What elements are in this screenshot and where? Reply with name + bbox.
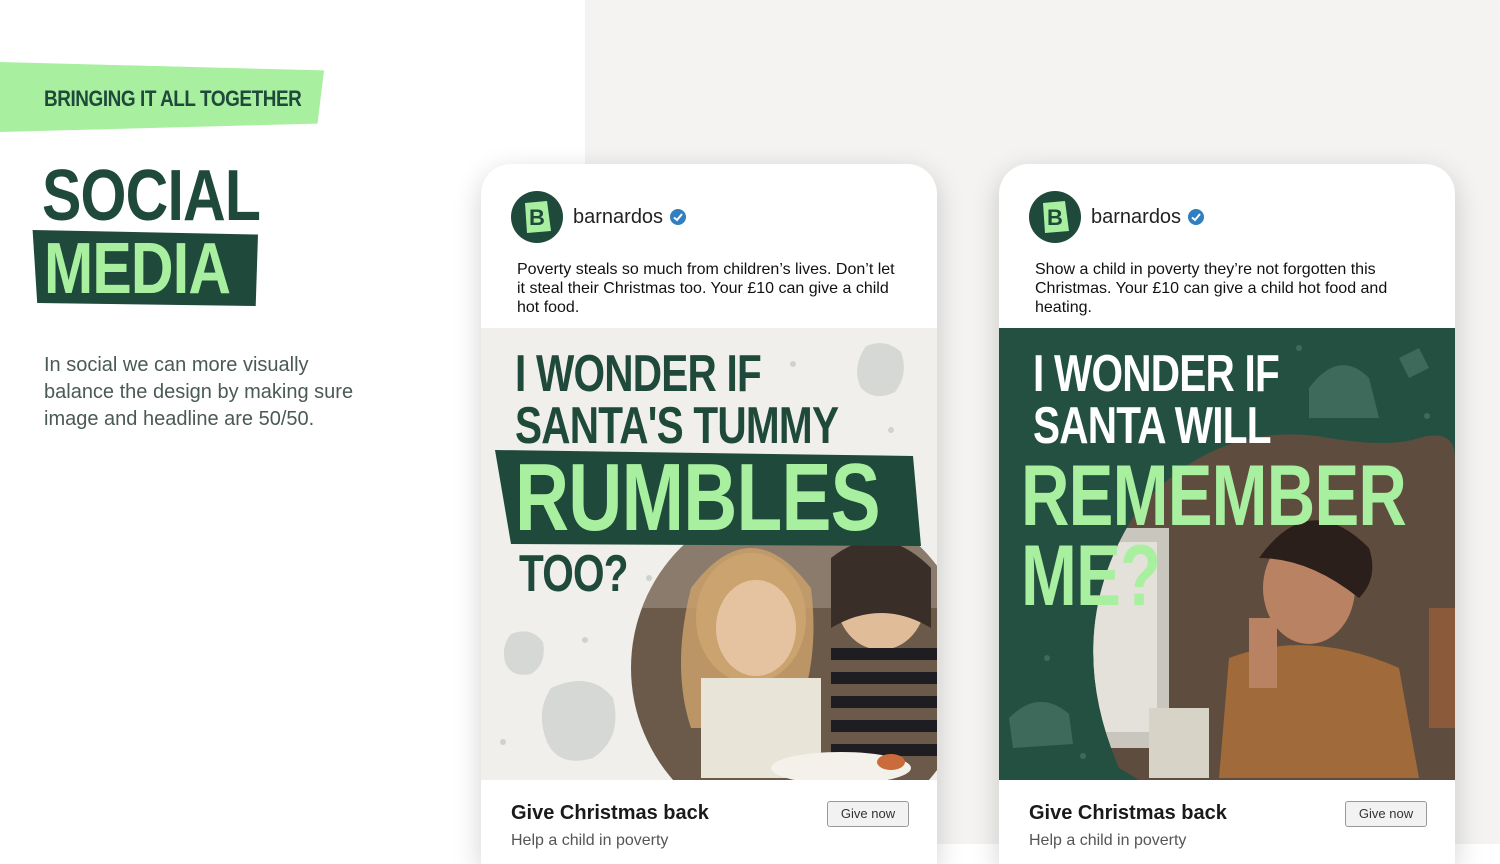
barnardos-avatar-icon[interactable]: B [511,191,563,243]
headline-line-3: REMEMBER [1021,448,1407,544]
post-caption: Show a child in poverty they’re not forg… [1035,261,1388,316]
barnardos-avatar-icon[interactable]: B [1029,191,1081,243]
headline-line-1: I WONDER IF [1033,345,1280,403]
give-now-button[interactable]: Give now [827,801,909,827]
account-handle[interactable]: barnardos [1091,206,1181,229]
social-post-mockup-1: B barnardos Poverty steals so much from … [481,164,937,864]
social-post-mockup-2: B barnardos Show a child in poverty they… [999,164,1455,864]
headline-line-4: TOO? [519,545,629,603]
title-media: MEDIA [44,229,231,309]
post-header: B barnardos [511,191,687,243]
post-header: B barnardos [1029,191,1205,243]
give-now-button[interactable]: Give now [1345,801,1427,827]
verified-badge-icon [670,209,687,225]
cta-title: Give Christmas back [511,802,709,824]
ad-creative[interactable]: I WONDER IF SANTA'S TUMMY RUMBLES TOO? [481,328,937,780]
cta-title: Give Christmas back [1029,802,1227,824]
eyebrow-text: BRINGING IT ALL TOGETHER [44,86,302,111]
headline-line-4: ME? [1021,528,1161,624]
post-caption: Poverty steals so much from children’s l… [517,261,895,316]
headline-line-3: RUMBLES [515,444,881,551]
ad-creative[interactable]: I WONDER IF SANTA WILL REMEMBER ME? [999,328,1455,780]
headline-line-1: I WONDER IF [515,345,762,403]
cta-subtitle: Help a child in poverty [1029,832,1187,849]
avatar-letter: B [1047,205,1063,230]
cta-subtitle: Help a child in poverty [511,832,669,849]
title-social: SOCIAL [42,156,261,236]
verified-badge-icon [1188,209,1205,225]
headline-line-2: SANTA WILL [1033,397,1272,455]
account-handle[interactable]: barnardos [573,206,663,229]
section-description: In social we can more visually balance t… [44,354,354,430]
avatar-letter: B [529,205,545,230]
